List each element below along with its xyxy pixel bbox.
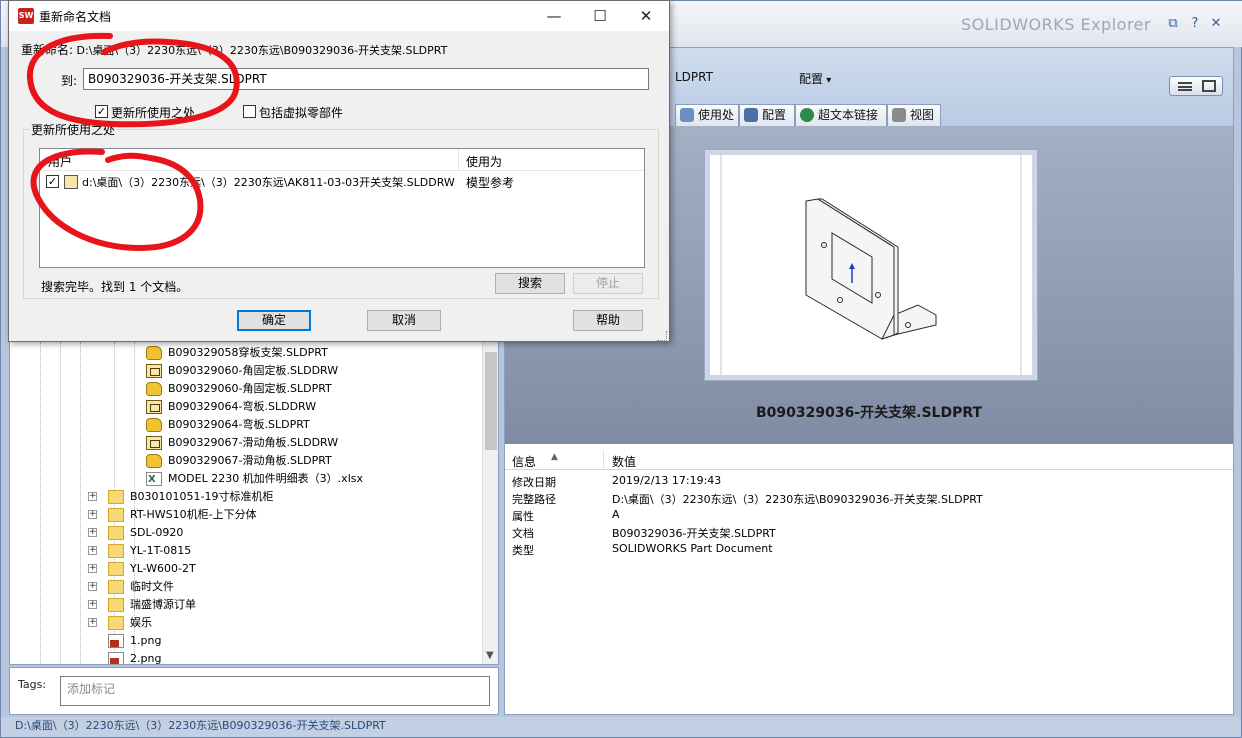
drawing-icon bbox=[146, 436, 162, 450]
stop-button[interactable]: 停止 bbox=[573, 273, 643, 294]
search-status: 搜索完毕。找到 1 个文档。 bbox=[41, 280, 189, 294]
close-icon[interactable]: ✕ bbox=[623, 1, 669, 31]
maximize-icon[interactable]: ☐ bbox=[577, 1, 623, 31]
drawing-icon bbox=[146, 364, 162, 378]
folder-icon bbox=[108, 490, 124, 504]
tab-where-used[interactable]: 使用处 bbox=[675, 104, 739, 126]
restore-icon[interactable]: ⧉ bbox=[1165, 17, 1181, 31]
image-icon bbox=[108, 634, 124, 648]
minimize-icon[interactable]: — bbox=[531, 1, 577, 31]
tab-hyperlinks[interactable]: 超文本链接 bbox=[795, 104, 887, 126]
to-label: 到: bbox=[61, 74, 78, 88]
tree-guide bbox=[60, 342, 61, 664]
group-title: 更新所使用之处 bbox=[29, 121, 118, 138]
tab-configurations[interactable]: 配置 bbox=[739, 104, 795, 126]
expand-icon[interactable]: + bbox=[88, 510, 97, 519]
include-virtual-label[interactable]: 包括虚拟零部件 bbox=[259, 104, 343, 121]
where-used-icon bbox=[680, 108, 694, 122]
thumbnail-frame bbox=[705, 150, 1037, 380]
view-toggle[interactable] bbox=[1169, 76, 1223, 96]
part-thumbnail bbox=[720, 155, 1022, 375]
rename-source: 重新命名: D:\桌面\（3）2230东远\（3）2230东远\B0903290… bbox=[21, 41, 447, 58]
tree-scrollbar[interactable]: ▼ bbox=[482, 342, 498, 664]
app-title: SOLIDWORKS Explorer bbox=[961, 15, 1152, 34]
expand-icon[interactable]: + bbox=[88, 600, 97, 609]
tree-guide bbox=[40, 342, 41, 664]
expand-icon[interactable]: + bbox=[88, 492, 97, 501]
status-bar: D:\桌面\（3）2230东远\（3）2230东远\B090329036-开关支… bbox=[1, 717, 1241, 737]
folder-icon bbox=[108, 562, 124, 576]
tree-guide bbox=[80, 342, 81, 664]
drawing-icon bbox=[64, 175, 78, 189]
rename-path: D:\桌面\（3）2230东远\（3）2230东远\B090329036-开关支… bbox=[76, 44, 448, 57]
configurations-icon bbox=[744, 108, 758, 122]
include-virtual-checkbox[interactable] bbox=[243, 105, 256, 118]
help-button[interactable]: 帮助 bbox=[573, 310, 643, 331]
drawing-icon bbox=[146, 400, 162, 414]
folder-icon bbox=[108, 580, 124, 594]
expand-icon[interactable]: + bbox=[88, 546, 97, 555]
excel-icon bbox=[146, 471, 162, 489]
ok-button[interactable]: 确定 bbox=[237, 310, 311, 331]
col-user[interactable]: 用户 bbox=[48, 153, 72, 170]
bracket-part-image bbox=[805, 198, 937, 340]
dialog-title: 重新命名文档 bbox=[39, 10, 112, 24]
folder-icon bbox=[108, 544, 124, 558]
cancel-button[interactable]: 取消 bbox=[367, 310, 441, 331]
column-divider[interactable] bbox=[603, 450, 604, 470]
preview-filename: B090329036-开关支架.SLDPRT bbox=[755, 405, 983, 421]
list-view-icon[interactable] bbox=[1178, 82, 1192, 91]
file-tree: B090329058穿板支架.SLDPRT B090329060-角固定板.SL… bbox=[9, 341, 499, 665]
tags-panel: Tags: 添加标记 bbox=[9, 667, 499, 715]
scroll-down-icon[interactable]: ▼ bbox=[486, 650, 494, 661]
part-icon bbox=[146, 418, 162, 432]
folder-icon bbox=[108, 508, 124, 522]
tags-label: Tags: bbox=[18, 678, 47, 691]
folder-icon bbox=[108, 616, 124, 630]
expand-icon[interactable]: + bbox=[88, 528, 97, 537]
rename-dialog: SW 重新命名文档 — ☐ ✕ 重新命名: D:\桌面\（3）2230东远\（3… bbox=[8, 0, 670, 342]
folder-icon bbox=[108, 526, 124, 540]
reference-type: 模型参考 bbox=[466, 176, 515, 190]
update-where-used-checkbox[interactable]: ✓ bbox=[95, 105, 108, 118]
list-header: 用户 使用为 bbox=[40, 149, 644, 171]
image-icon bbox=[108, 652, 124, 664]
hyperlink-icon bbox=[800, 108, 814, 122]
expand-icon[interactable]: + bbox=[88, 564, 97, 573]
help-icon[interactable]: ? bbox=[1187, 17, 1203, 31]
scroll-thumb[interactable] bbox=[485, 352, 497, 450]
part-icon bbox=[146, 382, 162, 396]
part-icon bbox=[146, 346, 162, 360]
rename-label: 重新命名: bbox=[21, 43, 74, 57]
folder-icon bbox=[108, 598, 124, 612]
preview-view-icon[interactable] bbox=[1202, 80, 1216, 92]
solidworks-icon: SW bbox=[18, 8, 34, 24]
new-name-input[interactable]: B090329036-开关支架.SLDPRT bbox=[83, 68, 649, 90]
col-used-as[interactable]: 使用为 bbox=[466, 153, 502, 170]
close-icon[interactable]: ✕ bbox=[1208, 17, 1224, 31]
expand-icon[interactable]: + bbox=[88, 582, 97, 591]
reference-checkbox[interactable]: ✓ bbox=[46, 175, 59, 188]
col-info[interactable]: 信息 bbox=[512, 453, 536, 470]
resize-grip[interactable] bbox=[657, 331, 667, 341]
update-where-used-label[interactable]: 更新所使用之处 bbox=[111, 104, 195, 121]
tags-input[interactable]: 添加标记 bbox=[60, 676, 490, 706]
search-button[interactable]: 搜索 bbox=[495, 273, 565, 294]
view-icon bbox=[892, 108, 906, 122]
where-used-list: 用户 使用为 ✓ d:\桌面\（3）2230东远\（3）2230东远\AK811… bbox=[39, 148, 645, 268]
config-dropdown[interactable]: 配置 bbox=[799, 70, 831, 87]
dialog-titlebar: SW 重新命名文档 — ☐ ✕ bbox=[9, 1, 669, 31]
expand-icon[interactable]: + bbox=[88, 618, 97, 627]
part-icon bbox=[146, 454, 162, 468]
column-divider[interactable] bbox=[458, 149, 459, 171]
header-filename: LDPRT bbox=[675, 70, 713, 84]
sort-asc-icon: ▲ bbox=[551, 452, 558, 462]
tab-view[interactable]: 视图 bbox=[887, 104, 941, 126]
info-table-header: 信息 ▲ 数值 bbox=[505, 450, 1233, 470]
col-value[interactable]: 数值 bbox=[612, 453, 636, 470]
list-item[interactable]: ✓ d:\桌面\（3）2230东远\（3）2230东远\AK811-03-03开… bbox=[40, 173, 644, 191]
reference-path: d:\桌面\（3）2230东远\（3）2230东远\AK811-03-03开关支… bbox=[82, 176, 455, 189]
